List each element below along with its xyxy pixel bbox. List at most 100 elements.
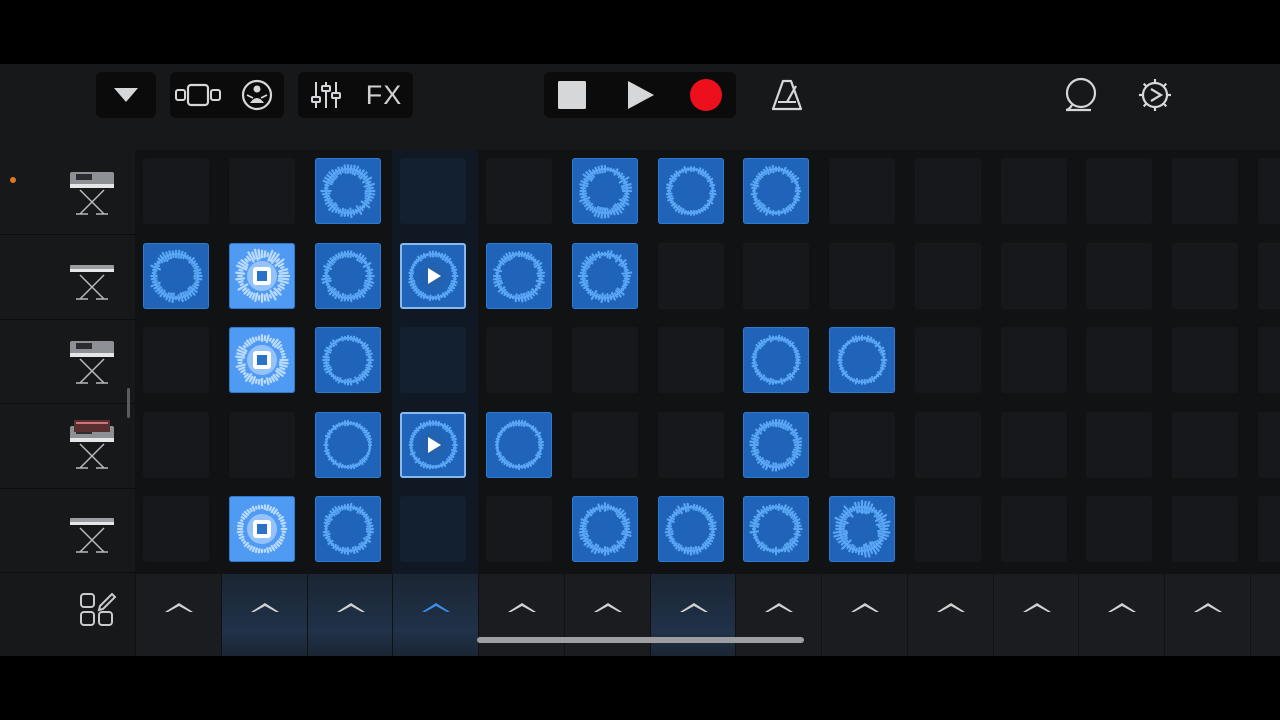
column-trigger[interactable] [906, 574, 993, 656]
empty-cell[interactable] [1086, 327, 1153, 393]
empty-cell[interactable] [143, 411, 209, 478]
loop-cell[interactable] [657, 496, 724, 562]
loop-cell[interactable] [571, 496, 638, 562]
loop-cell[interactable] [314, 327, 381, 393]
track-header[interactable] [0, 150, 135, 235]
home-indicator[interactable] [477, 637, 804, 643]
empty-cell[interactable] [1086, 158, 1153, 224]
empty-cell[interactable] [657, 327, 724, 393]
queued-loop-cell[interactable] [400, 242, 467, 309]
column-trigger[interactable] [220, 574, 307, 656]
empty-cell[interactable] [829, 411, 895, 478]
empty-cell[interactable] [829, 158, 895, 224]
loop-cell[interactable] [829, 327, 895, 393]
empty-cell[interactable] [400, 158, 467, 224]
empty-cell[interactable] [1257, 496, 1280, 562]
loop-cell[interactable] [314, 242, 381, 309]
loop-cell[interactable] [314, 158, 381, 224]
empty-cell[interactable] [400, 327, 467, 393]
empty-cell[interactable] [1000, 242, 1067, 309]
empty-cell[interactable] [228, 411, 295, 478]
loop-cell[interactable] [743, 158, 810, 224]
loop-cell[interactable] [143, 242, 209, 309]
column-trigger[interactable] [821, 574, 907, 656]
empty-cell[interactable] [914, 327, 981, 393]
column-trigger[interactable] [392, 574, 479, 656]
empty-cell[interactable] [1172, 158, 1238, 224]
settings-button[interactable] [1130, 72, 1180, 118]
column-trigger[interactable] [563, 574, 650, 656]
browser-dropdown-button[interactable] [96, 72, 156, 118]
empty-cell[interactable] [571, 411, 638, 478]
empty-cell[interactable] [914, 158, 981, 224]
loop-cell[interactable] [743, 411, 810, 478]
empty-cell[interactable] [486, 496, 552, 562]
loop-cell[interactable] [829, 496, 895, 562]
empty-cell[interactable] [657, 242, 724, 309]
column-trigger[interactable] [478, 574, 564, 656]
mixer-button[interactable] [298, 72, 354, 118]
empty-cell[interactable] [1086, 242, 1153, 309]
empty-cell[interactable] [1000, 411, 1067, 478]
empty-cell[interactable] [743, 242, 810, 309]
edit-cells-button[interactable] [0, 574, 135, 656]
scroll-indicator[interactable] [127, 388, 130, 418]
column-trigger[interactable] [1078, 574, 1165, 656]
track-header[interactable] [0, 404, 135, 489]
playing-loop-cell[interactable] [228, 496, 295, 562]
empty-cell[interactable] [1086, 411, 1153, 478]
empty-cell[interactable] [143, 158, 209, 224]
drummer-button[interactable] [232, 72, 282, 118]
empty-cell[interactable] [1257, 411, 1280, 478]
empty-cell[interactable] [1000, 496, 1067, 562]
loop-cell[interactable] [571, 242, 638, 309]
loop-cell[interactable] [314, 496, 381, 562]
empty-cell[interactable] [1257, 327, 1280, 393]
empty-cell[interactable] [228, 158, 295, 224]
empty-cell[interactable] [143, 327, 209, 393]
empty-cell[interactable] [914, 496, 981, 562]
track-header[interactable] [0, 235, 135, 320]
empty-cell[interactable] [1257, 158, 1280, 224]
stop-button[interactable] [544, 72, 600, 118]
empty-cell[interactable] [914, 242, 981, 309]
empty-cell[interactable] [571, 327, 638, 393]
empty-cell[interactable] [829, 242, 895, 309]
empty-cell[interactable] [1172, 242, 1238, 309]
record-button[interactable] [678, 72, 734, 118]
empty-cell[interactable] [486, 158, 552, 224]
play-button[interactable] [612, 72, 668, 118]
column-trigger[interactable] [992, 574, 1079, 656]
column-trigger[interactable] [649, 574, 736, 656]
empty-cell[interactable] [486, 327, 552, 393]
playing-loop-cell[interactable] [228, 242, 295, 309]
metronome-button[interactable] [762, 72, 812, 118]
loop-cell[interactable] [486, 411, 552, 478]
loop-cell[interactable] [743, 496, 810, 562]
column-trigger[interactable] [306, 574, 393, 656]
live-loops-view-button[interactable] [170, 72, 226, 118]
empty-cell[interactable] [1172, 411, 1238, 478]
playing-loop-cell[interactable] [228, 327, 295, 393]
loop-cell[interactable] [314, 411, 381, 478]
empty-cell[interactable] [1000, 327, 1067, 393]
loop-cell[interactable] [657, 158, 724, 224]
track-header[interactable] [0, 488, 135, 573]
column-trigger[interactable] [735, 574, 822, 656]
fx-button[interactable]: FX [356, 72, 412, 118]
empty-cell[interactable] [914, 411, 981, 478]
column-trigger[interactable] [1249, 574, 1280, 656]
empty-cell[interactable] [657, 411, 724, 478]
loop-cell[interactable] [743, 327, 810, 393]
empty-cell[interactable] [1000, 158, 1067, 224]
loop-cell[interactable] [571, 158, 638, 224]
empty-cell[interactable] [143, 496, 209, 562]
empty-cell[interactable] [1172, 496, 1238, 562]
empty-cell[interactable] [1257, 242, 1280, 309]
empty-cell[interactable] [1086, 496, 1153, 562]
empty-cell[interactable] [1172, 327, 1238, 393]
queued-loop-cell[interactable] [400, 411, 467, 478]
track-header[interactable] [0, 319, 135, 404]
column-trigger[interactable] [1164, 574, 1250, 656]
column-trigger[interactable] [135, 574, 221, 656]
